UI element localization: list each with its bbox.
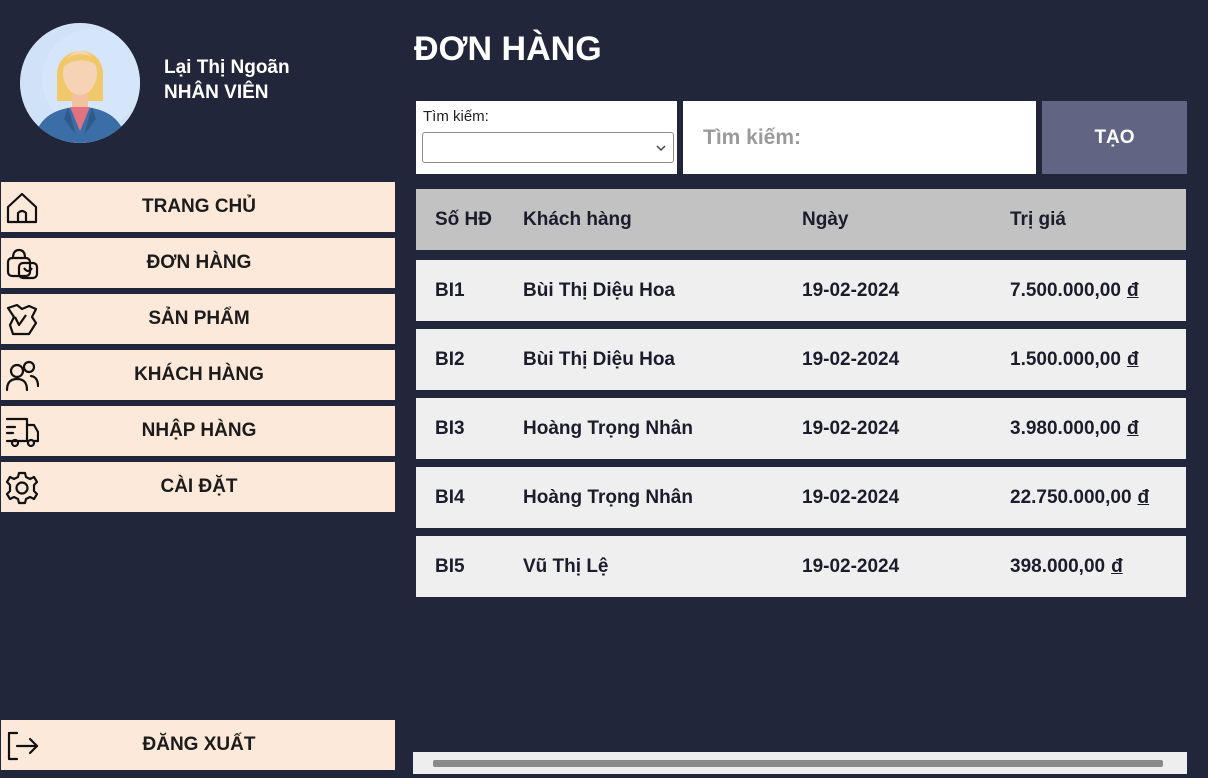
row-value-amount: 398.000,00: [1010, 555, 1106, 577]
row-customer: Hoàng Trọng Nhân: [523, 417, 693, 439]
chevron-down-icon: [655, 141, 667, 153]
table-row[interactable]: BI3 Hoàng Trọng Nhân 19-02-2024 3.980.00…: [416, 398, 1186, 459]
row-value: 7.500.000,00 đ: [1010, 260, 1139, 321]
logout-button[interactable]: ĐĂNG XUẤT: [1, 720, 395, 770]
table-row[interactable]: BI4 Hoàng Trọng Nhân 19-02-2024 22.750.0…: [416, 467, 1186, 528]
currency-symbol: đ: [1126, 348, 1139, 370]
table-row[interactable]: BI2 Bùi Thị Diệu Hoa 19-02-2024 1.500.00…: [416, 329, 1186, 390]
row-date: 19-02-2024: [802, 348, 900, 370]
table-row[interactable]: BI1 Bùi Thị Diệu Hoa 19-02-2024 7.500.00…: [416, 260, 1186, 321]
row-id: BI3: [435, 417, 465, 439]
currency-symbol: đ: [1111, 555, 1123, 577]
filter-label: Tìm kiếm:: [423, 108, 489, 125]
sidebar-item-label: CÀI ĐẶT: [160, 476, 238, 497]
row-id: BI1: [435, 279, 465, 301]
row-customer: Bùi Thị Diệu Hoa: [523, 279, 675, 301]
table-header: Số HĐ Khách hàng Ngày Trị giá: [416, 189, 1186, 250]
row-date: 19-02-2024: [802, 486, 900, 508]
row-id: BI2: [435, 348, 465, 370]
logout-label: ĐĂNG XUẤT: [142, 734, 256, 755]
row-date: 19-02-2024: [802, 417, 900, 439]
sidebar-item-orders[interactable]: ĐƠN HÀNG: [1, 238, 395, 288]
row-date: 19-02-2024: [802, 279, 900, 301]
row-value: 1.500.000,00 đ: [1010, 329, 1139, 390]
user-name: Lại Thị Ngoãn: [164, 57, 290, 78]
row-customer: Vũ Thị Lệ: [523, 555, 609, 577]
search-box: [683, 101, 1036, 174]
row-value: 398.000,00 đ: [1010, 536, 1123, 597]
sidebar-item-label: ĐƠN HÀNG: [146, 252, 252, 273]
sidebar-item-label: TRANG CHỦ: [142, 196, 256, 217]
sidebar-item-label: NHẬP HÀNG: [141, 420, 257, 441]
row-value-amount: 22.750.000,00: [1010, 486, 1132, 508]
sidebar-item-products[interactable]: SẢN PHẨM: [1, 294, 395, 344]
filter-select[interactable]: [422, 132, 674, 163]
scrollbar-thumb[interactable]: [433, 760, 1163, 767]
row-id: BI4: [435, 486, 465, 508]
row-value-amount: 7.500.000,00: [1010, 279, 1121, 301]
sidebar-item-customers[interactable]: KHÁCH HÀNG: [1, 350, 395, 400]
row-value-amount: 1.500.000,00: [1010, 348, 1121, 370]
row-date: 19-02-2024: [802, 555, 900, 577]
sidebar-item-imports[interactable]: NHẬP HÀNG: [1, 406, 395, 456]
sidebar-item-settings[interactable]: CÀI ĐẶT: [1, 462, 395, 512]
currency-symbol: đ: [1137, 486, 1150, 508]
row-value-amount: 3.980.000,00: [1010, 417, 1121, 439]
sidebar-item-label: KHÁCH HÀNG: [134, 364, 264, 385]
avatar: [20, 23, 140, 143]
horizontal-scrollbar[interactable]: [413, 752, 1187, 774]
column-header-customer: Khách hàng: [523, 208, 632, 230]
currency-symbol: đ: [1126, 417, 1139, 439]
column-header-value: Trị giá: [1010, 208, 1066, 230]
column-header-date: Ngày: [802, 208, 849, 230]
sidebar-item-label: SẢN PHẨM: [148, 308, 250, 329]
row-customer: Hoàng Trọng Nhân: [523, 486, 693, 508]
currency-symbol: đ: [1126, 279, 1139, 301]
table-row[interactable]: BI5 Vũ Thị Lệ 19-02-2024 398.000,00 đ: [416, 536, 1186, 597]
filter-box: Tìm kiếm:: [416, 101, 677, 174]
user-role: NHÂN VIÊN: [164, 82, 269, 103]
row-value: 22.750.000,00 đ: [1010, 467, 1149, 528]
search-input[interactable]: [683, 101, 1036, 174]
row-id: BI5: [435, 555, 465, 577]
create-button[interactable]: TẠO: [1042, 101, 1187, 174]
row-customer: Bùi Thị Diệu Hoa: [523, 348, 675, 370]
column-header-id: Số HĐ: [435, 208, 492, 230]
sidebar-item-home[interactable]: TRANG CHỦ: [1, 182, 395, 232]
row-value: 3.980.000,00 đ: [1010, 398, 1139, 459]
page-title: ĐƠN HÀNG: [414, 30, 602, 68]
